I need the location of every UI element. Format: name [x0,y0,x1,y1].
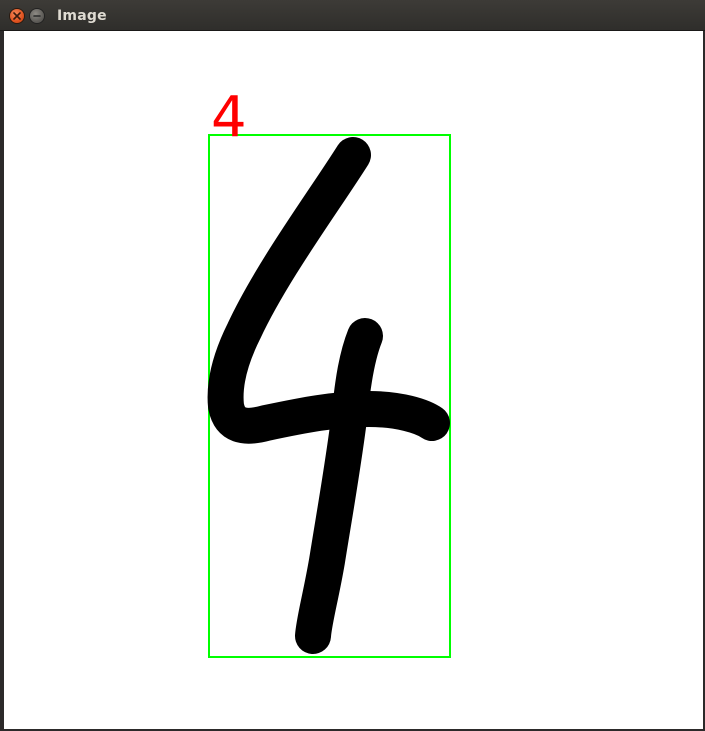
close-icon [13,12,21,20]
title-bar[interactable]: Image [0,0,705,31]
image-drawing: 4 [207,85,451,658]
close-button[interactable] [10,9,24,23]
window-title: Image [57,8,107,24]
minimize-button[interactable] [30,9,44,23]
handwritten-digit-upper-stroke [207,137,450,444]
detection-label: 4 [211,85,247,150]
handwritten-digit-vertical-stroke [295,318,383,654]
image-window: Image 4 [0,0,705,731]
image-canvas: 4 [4,31,703,729]
minimize-icon [33,15,41,17]
